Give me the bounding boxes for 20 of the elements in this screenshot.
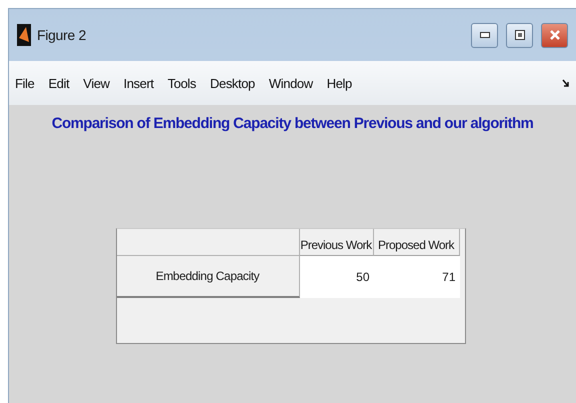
window-title: Figure 2: [37, 27, 87, 43]
menu-item[interactable]: View: [83, 76, 110, 90]
menu-item[interactable]: Help: [326, 76, 352, 90]
maximize-button[interactable]: [506, 22, 533, 48]
table-cell: 50: [300, 256, 374, 298]
dock-arrow-icon[interactable]: [562, 78, 570, 88]
menu-item[interactable]: Insert: [124, 76, 154, 90]
minimize-icon: [480, 32, 490, 38]
menu-item[interactable]: Desktop: [210, 76, 255, 90]
app-logo-icon: [17, 24, 31, 46]
minimize-button[interactable]: [471, 22, 498, 48]
close-icon: [548, 29, 560, 41]
menu-item[interactable]: File: [15, 76, 34, 90]
menu-item[interactable]: Tools: [168, 76, 196, 90]
menu-item[interactable]: Window: [268, 76, 313, 90]
table-cell: 71: [374, 256, 460, 298]
menu-item[interactable]: Edit: [48, 76, 70, 90]
close-button[interactable]: [541, 22, 568, 48]
maximize-icon: [514, 30, 524, 40]
figure-title: Comparison of Embedding Capacity between Previous and our algorithm: [52, 115, 534, 132]
